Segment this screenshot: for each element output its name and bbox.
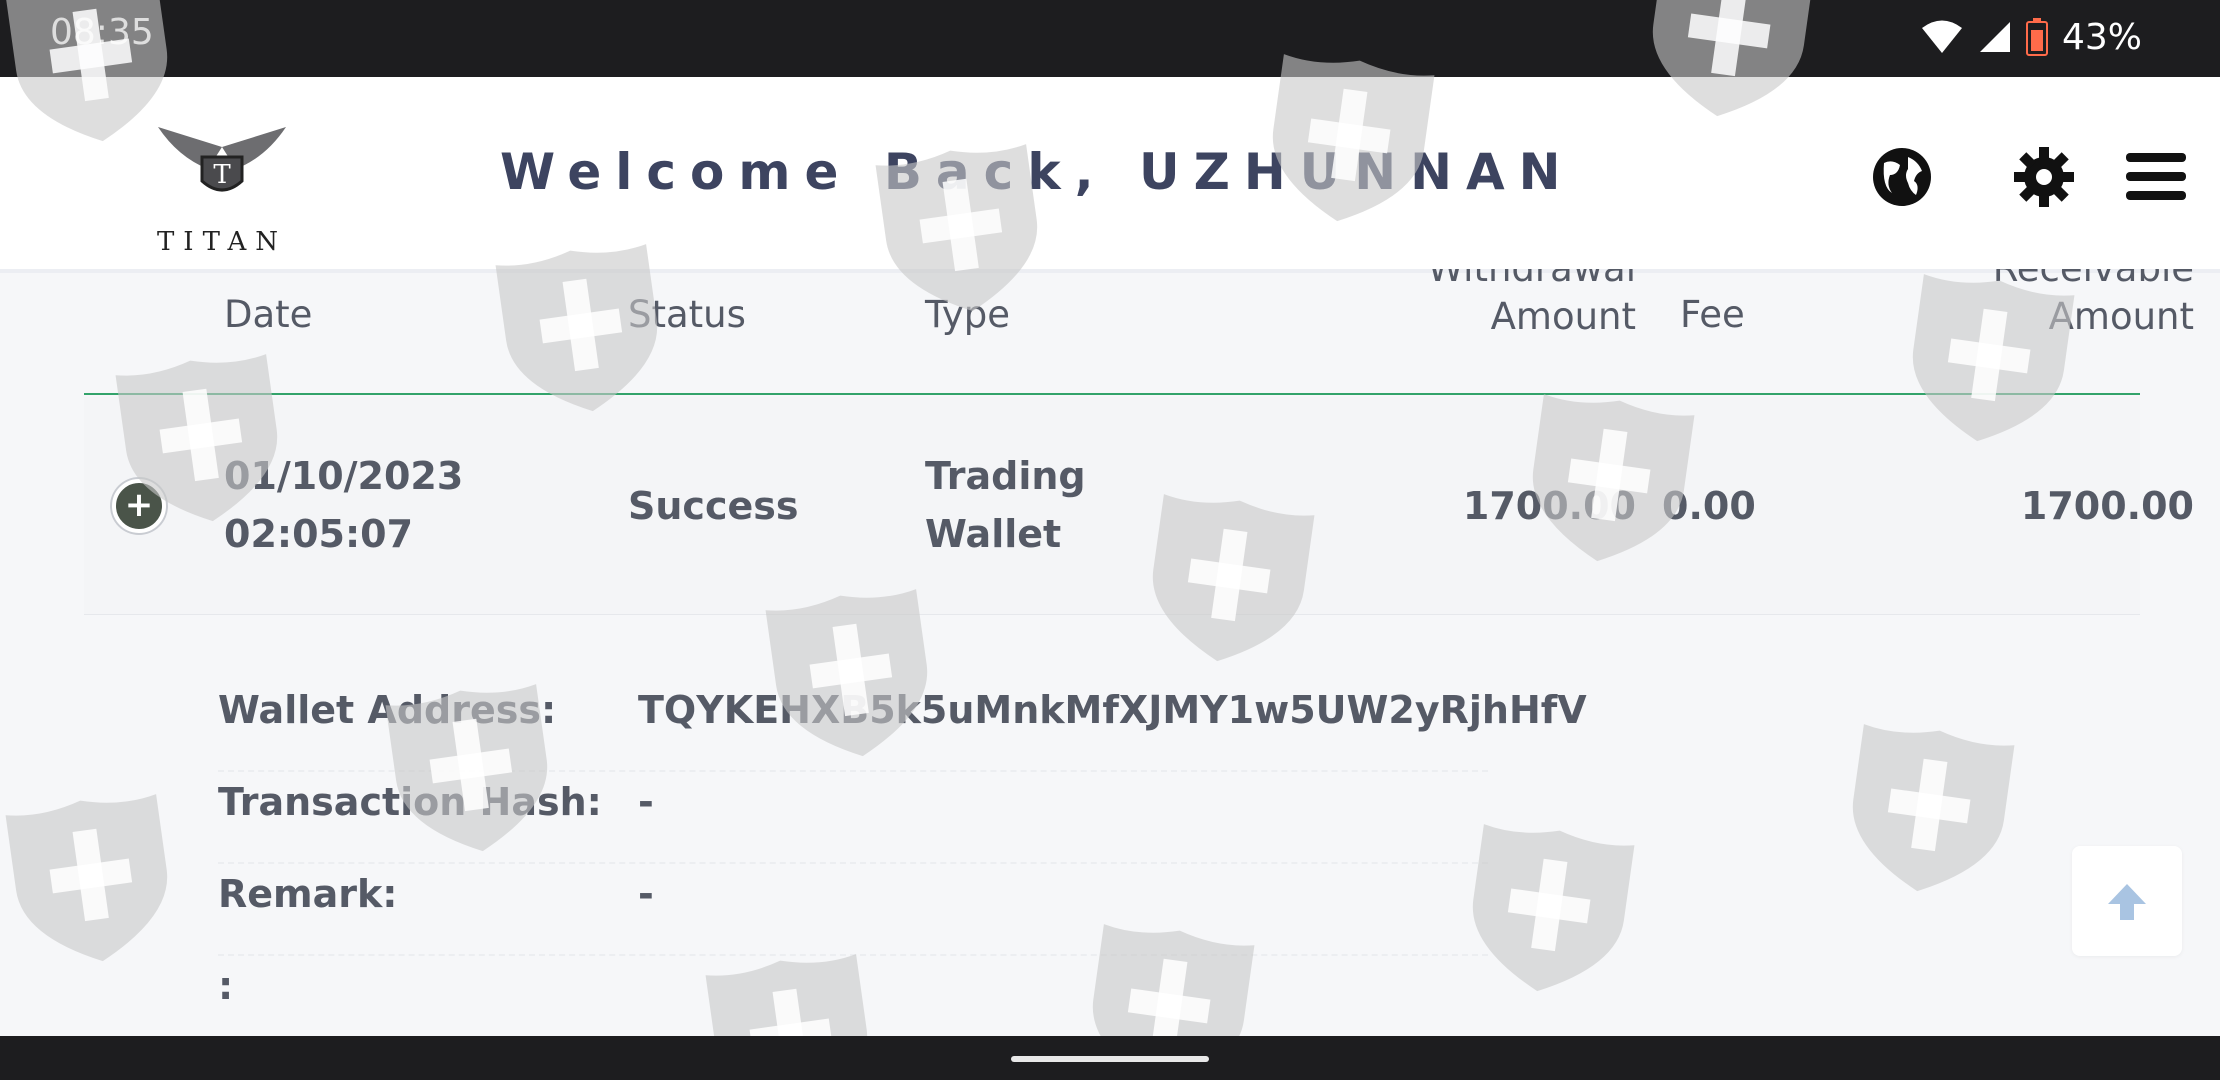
col-withdrawal-amount: Withdrawal Amount — [1264, 269, 1636, 345]
col-status: Status — [628, 293, 746, 336]
wallet-address-label: Wallet Address: — [218, 688, 557, 732]
winged-shield-logo-icon: T — [158, 127, 286, 192]
wifi-icon — [1921, 20, 1962, 53]
cell-type: Trading Wallet — [925, 447, 1086, 563]
transaction-hash-label: Transaction Hash: — [218, 780, 602, 824]
system-nav-bar — [0, 1036, 2220, 1080]
cell-receivable-amount: 1700.00 — [2020, 484, 2194, 528]
cell-signal-icon — [1979, 22, 2010, 52]
globe-icon[interactable] — [1870, 145, 1934, 209]
app-header: T TITAN Welcome Back, UZHUNNAN — [0, 77, 2220, 273]
table-row[interactable]: + 01/10/2023 02:05:07 Success Trading Wa… — [84, 397, 2194, 615]
scroll-to-top-button[interactable] — [2072, 846, 2182, 956]
svg-text:T: T — [213, 160, 231, 190]
status-bar: 08:35 43% — [0, 0, 2220, 77]
expand-row-button[interactable]: + — [112, 479, 166, 533]
titan-logo[interactable]: T TITAN — [138, 117, 306, 257]
remark-label: Remark: — [218, 872, 398, 916]
cell-status: Success — [628, 484, 799, 528]
transaction-hash-value: - — [638, 780, 654, 824]
table-header: Date Status Type Withdrawal Amount Fee R… — [84, 269, 2194, 395]
cell-type-line2: Wallet — [925, 512, 1062, 556]
status-icons: 43% — [1920, 12, 2142, 62]
cell-date-time: 02:05:07 — [224, 512, 414, 556]
gear-icon[interactable] — [2012, 145, 2076, 209]
battery-low-icon — [2025, 18, 2048, 56]
logo-text: TITAN — [156, 227, 288, 257]
col-withdrawal-top: Withdrawal — [1427, 269, 1636, 289]
welcome-title: Welcome Back, UZHUNNAN — [500, 143, 1575, 201]
cell-date-day: 01/10/2023 — [224, 454, 464, 498]
extra-label: : — [218, 964, 234, 1008]
menu-icon[interactable] — [2124, 145, 2188, 209]
cell-type-line1: Trading — [925, 454, 1086, 498]
detail-wallet-address: Wallet Address: TQYKEHXB5k5uMnkMfXJMY1w5… — [218, 680, 1587, 772]
detail-remark: Remark: - — [218, 864, 1488, 956]
col-withdrawal-bottom: Amount — [1490, 295, 1636, 338]
detail-extra: : — [218, 956, 1488, 1048]
status-time: 08:35 — [50, 12, 154, 53]
col-receivable-amount: Receivable Amount — [1824, 269, 2194, 345]
cell-date: 01/10/2023 02:05:07 — [224, 447, 463, 563]
col-receivable-bottom: Amount — [2048, 295, 2194, 338]
col-fee: Fee — [1680, 293, 1745, 336]
battery-percent: 43% — [2061, 16, 2142, 58]
col-date: Date — [224, 293, 313, 336]
cell-fee: 0.00 — [1662, 484, 1756, 528]
col-type: Type — [925, 293, 1010, 336]
home-gesture-pill[interactable] — [1011, 1056, 1209, 1062]
row-details: Wallet Address: TQYKEHXB5k5uMnkMfXJMY1w5… — [218, 680, 1587, 1048]
arrow-up-icon — [2108, 884, 2146, 920]
remark-value: - — [638, 872, 654, 916]
col-receivable-top: Receivable — [1993, 269, 2194, 289]
wallet-address-value: TQYKEHXB5k5uMnkMfXJMY1w5UW2yRjhHfV — [638, 688, 1587, 732]
cell-withdrawal-amount: 1700.00 — [1462, 484, 1636, 528]
detail-transaction-hash: Transaction Hash: - — [218, 772, 1488, 864]
